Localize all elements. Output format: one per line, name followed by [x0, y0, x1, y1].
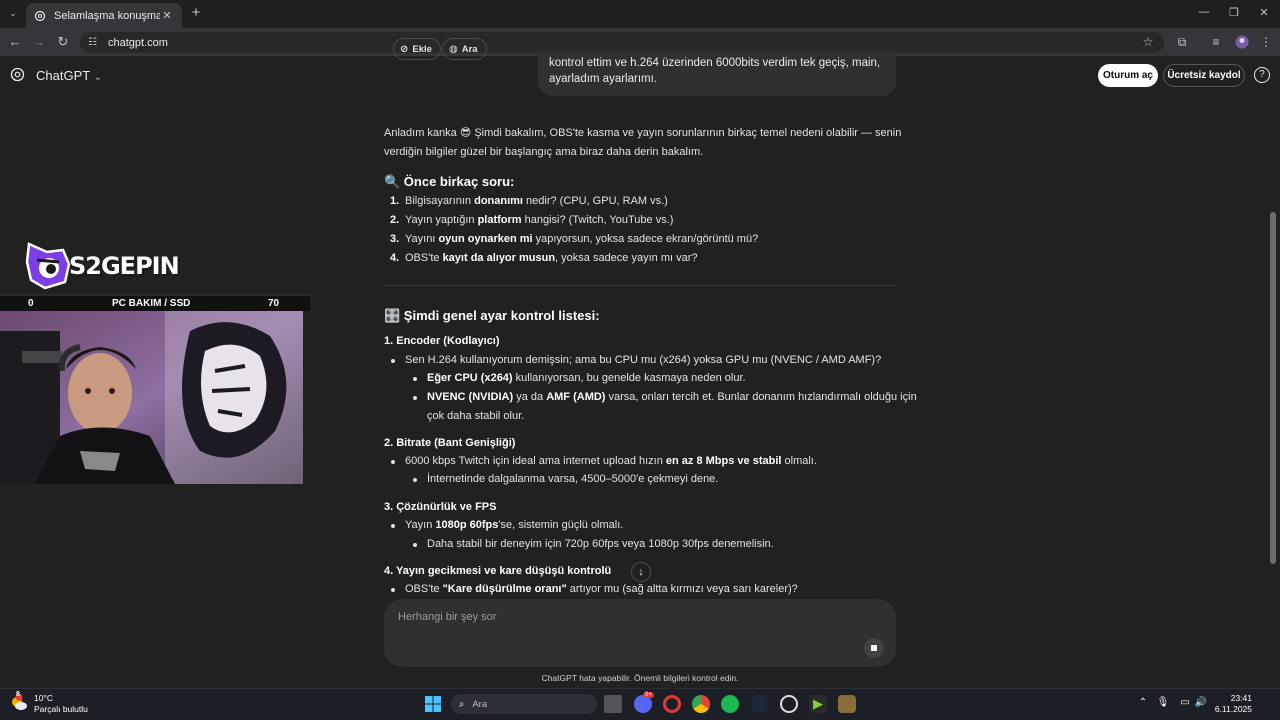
intro-text: Anladım kanka 😎 Şimdi bakalım, OBS'te ka…: [384, 127, 902, 139]
message-composer[interactable]: Herhangi bir şey sor: [384, 599, 896, 667]
profile-icon[interactable]: [1234, 35, 1250, 52]
network-icon[interactable]: ▭: [1178, 697, 1192, 708]
search-icon: ⌕: [459, 698, 465, 710]
menu-icon[interactable]: ⋮: [1258, 35, 1274, 49]
weather-badge: 8: [16, 691, 20, 698]
new-tab-icon[interactable]: +: [188, 5, 204, 21]
user-message: kontrol ettim ve h.264 üzerinden 6000bit…: [538, 52, 896, 96]
game-app-icon[interactable]: [838, 695, 856, 713]
bullet-item: 6000 kbps Twitch için ideal ama internet…: [391, 452, 817, 471]
sub-bullet-item: İnternetinde dalgalanma varsa, 4500–5000…: [413, 470, 718, 489]
url-text: chatgpt.com: [108, 36, 168, 49]
taskbar-search[interactable]: ⌕ Ara: [451, 694, 597, 714]
scroll-down-button[interactable]: ↓: [631, 562, 651, 582]
section-title: 3. Çözünürlük ve FPS: [384, 501, 497, 513]
stream-scorebar: 0 PC BAKIM / SSD 70: [0, 294, 310, 311]
forward-icon[interactable]: →: [30, 34, 48, 49]
prompt-input[interactable]: Herhangi bir şey sor: [398, 611, 496, 623]
browser-tab[interactable]: Selamlaşma konuşması ✕: [26, 3, 182, 28]
play-app-icon[interactable]: ▶: [809, 695, 827, 713]
stream-brand: S2GEPIN: [69, 252, 180, 280]
extensions-icon[interactable]: ⧉: [1174, 35, 1190, 50]
system-clock[interactable]: 23:41 6.11.2025: [1212, 693, 1252, 715]
bullet-item: Yayın 1080p 60fps'se, sistemin güçlü olm…: [391, 516, 623, 535]
signup-button[interactable]: Ücretsiz kaydol: [1163, 64, 1245, 87]
media-icon[interactable]: ≡: [1208, 35, 1224, 49]
minimize-icon[interactable]: —: [1196, 6, 1212, 18]
microphone-icon[interactable]: 🎙: [1156, 697, 1170, 708]
url-field[interactable]: ☷ chatgpt.com: [80, 32, 1164, 53]
checklist-heading: 🎛️ Şimdi genel ayar kontrol listesi:: [384, 308, 600, 323]
disclaimer: ChatGPT hata yapabilir. Önemli bilgileri…: [541, 673, 739, 683]
divider: [384, 285, 896, 286]
bullet-item: OBS'te "Kare düşürülme oranı" artıyor mu…: [391, 580, 798, 599]
openai-logo-icon[interactable]: [10, 67, 25, 82]
stop-button[interactable]: [864, 638, 884, 658]
attach-label: Ekle: [412, 43, 432, 55]
intro-text: verdiğin bilgiler güzel bir başlangıç am…: [384, 146, 704, 158]
user-message-line: kontrol ettim ve h.264 üzerinden 6000bit…: [549, 57, 881, 69]
sub-bullet-item: Daha stabil bir deneyim için 720p 60fps …: [413, 535, 774, 554]
paperclip-icon: ⊘: [400, 43, 409, 55]
start-icon[interactable]: [425, 696, 441, 712]
tab-search-icon[interactable]: ⌄: [6, 6, 20, 20]
webcam-image: [0, 311, 303, 484]
app-name: ChatGPT: [36, 68, 90, 83]
bookmark-star-icon[interactable]: ☆: [1140, 35, 1156, 49]
search-button[interactable]: ◍ Ara: [442, 38, 487, 60]
bullet-item: Sen H.264 kullanıyorum demişsin; ama bu …: [391, 351, 881, 370]
reload-icon[interactable]: ↻: [54, 34, 72, 50]
clock-time: 23:41: [1230, 693, 1252, 703]
back-icon[interactable]: ←: [6, 34, 24, 49]
help-icon[interactable]: ?: [1254, 67, 1270, 83]
tray-chevron-icon[interactable]: ⌃: [1136, 697, 1150, 708]
taskbar-search-placeholder: Ara: [472, 698, 488, 710]
obs-icon[interactable]: [780, 695, 798, 713]
tab-title: Selamlaşma konuşması: [54, 9, 160, 22]
weather-text: Parçalı bulutlu: [34, 704, 88, 714]
chevron-down-icon: ⌄: [93, 72, 102, 83]
temperature: 10°C: [34, 693, 53, 703]
spotify-icon[interactable]: [721, 695, 739, 713]
list-item: 1. Bilgisayarının donanımı nedir? (CPU, G…: [390, 195, 668, 207]
score-title: PC BAKIM / SSD: [112, 298, 191, 309]
sub-bullet-item: Eğer CPU (x264) kullanıyorsan, bu geneld…: [413, 369, 746, 388]
browser-tab-strip: ⌄ Selamlaşma konuşması ✕ + — ❐ ✕: [0, 0, 1280, 28]
section-title: 2. Bitrate (Bant Genişliği): [384, 437, 516, 449]
attach-button[interactable]: ⊘ Ekle: [393, 38, 441, 60]
clock-date: 6.11.2025: [1214, 704, 1252, 714]
login-button[interactable]: Oturum aç: [1098, 64, 1158, 87]
list-item: 2. Yayın yaptığın platform hangisi? (Twit…: [390, 214, 674, 226]
model-selector[interactable]: ChatGPT ⌄: [36, 68, 102, 83]
restore-icon[interactable]: ❐: [1226, 6, 1242, 19]
sub-bullet-continuation: çok daha stabil olur.: [427, 410, 525, 422]
scrollbar[interactable]: [1270, 212, 1276, 564]
stream-logo: S2GEPIN: [25, 240, 180, 292]
close-icon[interactable]: ✕: [160, 9, 174, 22]
list-item: 4. OBS'te kayıt da alıyor musun, yoksa sa…: [390, 252, 698, 264]
assistant-message: Anladım kanka 😎 Şimdi bakalım, OBS'te ka…: [384, 124, 917, 595]
discord-badge: 9+: [643, 692, 654, 698]
volume-icon[interactable]: 🔊: [1194, 697, 1208, 708]
search-label: Ara: [461, 43, 478, 55]
sub-bullet-item: NVENC (NVIDIA) ya da AMF (AMD) varsa, on…: [413, 388, 917, 407]
chatgpt-favicon-icon: [34, 10, 46, 22]
score-right: 70: [268, 298, 280, 309]
list-item: 3. Yayını oyun oynarken mi yapıyorsun, yo…: [390, 233, 759, 245]
section-title: 1. Encoder (Kodlayıcı): [384, 335, 500, 347]
file-explorer-icon[interactable]: [604, 695, 622, 713]
user-message-line: ayarladım ayarlarımı.: [549, 73, 658, 85]
discord-icon[interactable]: 9+: [634, 692, 654, 713]
questions-heading: 🔍 Önce birkaç soru:: [384, 174, 515, 189]
steam-icon[interactable]: [750, 695, 768, 713]
chrome-icon[interactable]: [692, 695, 710, 713]
globe-icon: ◍: [449, 43, 458, 55]
arrow-down-icon: ↓: [638, 566, 644, 578]
opera-icon[interactable]: [663, 695, 681, 713]
window-close-icon[interactable]: ✕: [1256, 6, 1272, 19]
webcam-feed: [0, 311, 303, 484]
section-title: 4. Yayın gecikmesi ve kare düşüşü kontro…: [384, 565, 612, 577]
site-info-icon[interactable]: ☷: [88, 37, 100, 49]
score-left: 0: [28, 298, 34, 309]
